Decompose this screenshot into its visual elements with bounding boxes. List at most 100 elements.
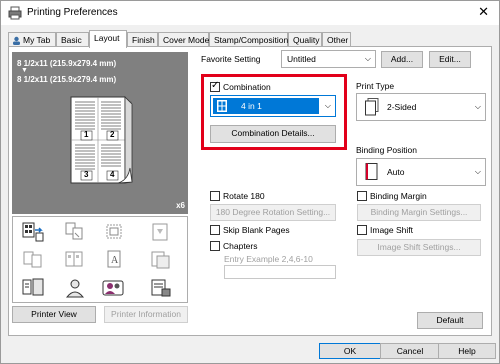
chapters-checkbox[interactable]: [210, 241, 220, 251]
checkmark-icon: ✓: [211, 80, 220, 91]
add-favorite-label: Add...: [390, 54, 414, 64]
page-number-2: 2: [110, 130, 115, 139]
tab-basic[interactable]: Basic: [56, 32, 89, 47]
two-sided-icon: [365, 98, 379, 116]
image-shift-checkbox[interactable]: [357, 225, 367, 235]
tab-my-tab[interactable]: My Tab: [8, 32, 56, 47]
four-in-one-icon: [217, 100, 227, 112]
chevron-down-icon: ⌵: [474, 167, 481, 176]
tab-label: Layout: [94, 33, 120, 43]
page-number-4: 4: [110, 170, 115, 179]
secure-print-icon: [151, 279, 171, 297]
window-title: Printing Preferences: [27, 7, 118, 18]
printing-preferences-window: Printing Preferences ✕ My Tab Basic Layo…: [0, 0, 500, 364]
printer-settings-icon: [22, 278, 44, 296]
tab-label: Basic: [61, 35, 82, 45]
ok-label: OK: [343, 346, 357, 356]
booklet-preview-graphic: [70, 96, 133, 184]
combination-select[interactable]: 4 in 1 ⌵: [210, 95, 336, 117]
edit-favorite-button[interactable]: Edit...: [429, 51, 471, 68]
overlay-icon: [151, 251, 170, 269]
page-preview: 8 1/2x11 (215.9x279.4 mm) ▼ 8 1/2x11 (21…: [12, 52, 188, 214]
zoom-icon: [106, 224, 122, 239]
svg-text:A: A: [111, 255, 119, 266]
print-type-label: Print Type: [356, 81, 395, 91]
tab-label: Finish: [132, 35, 155, 45]
default-label: Default: [436, 315, 464, 325]
duplex-icon: [23, 251, 42, 268]
binding-margin-settings-label: Binding Margin Settings...: [370, 207, 468, 217]
stamp-icon: [152, 223, 168, 241]
chapters-entry-example: Entry Example 2,4,6-10: [224, 254, 313, 264]
favorite-setting-select[interactable]: Untitled ⌵: [281, 50, 376, 68]
image-shift-label: Image Shift: [370, 225, 413, 235]
printer-view-label: Printer View: [31, 309, 77, 319]
copies-count: x6: [176, 201, 185, 210]
binding-margin-checkbox[interactable]: [357, 191, 367, 201]
user-settings-icon: [65, 279, 85, 298]
skip-blank-pages-label: Skip Blank Pages: [223, 225, 290, 235]
poster-mode-icon: [65, 222, 83, 240]
tab-other[interactable]: Other: [322, 32, 351, 47]
print-type-value: 2-Sided: [387, 102, 417, 112]
skip-blank-pages-checkbox[interactable]: [210, 225, 220, 235]
chevron-down-icon: ⌵: [364, 54, 371, 63]
binding-position-select[interactable]: Auto ⌵: [356, 158, 486, 186]
rotate-180-label: Rotate 180: [223, 191, 265, 201]
chapters-input[interactable]: [224, 265, 336, 279]
rotation-setting-label: 180 Degree Rotation Setting...: [215, 207, 331, 217]
help-button[interactable]: Help: [438, 343, 496, 359]
tab-label: Quality: [293, 35, 320, 45]
default-button[interactable]: Default: [417, 312, 483, 329]
page-number-1: 1: [84, 130, 89, 139]
edit-favorite-label: Edit...: [439, 54, 461, 64]
booklet-icon: [65, 251, 83, 267]
printer-information-button[interactable]: Printer Information: [104, 306, 188, 323]
tab-quality[interactable]: Quality: [288, 32, 322, 47]
combination-checkbox[interactable]: ✓: [210, 80, 220, 92]
combination-value: 4 in 1: [241, 101, 262, 111]
binding-auto-icon: [365, 163, 378, 180]
combination-selected-highlight: [213, 98, 319, 114]
authentication-icon: [102, 280, 124, 296]
image-shift-settings-button[interactable]: Image Shift Settings...: [357, 239, 481, 256]
printer-information-label: Printer Information: [111, 309, 181, 319]
help-label: Help: [458, 346, 476, 356]
print-type-select[interactable]: 2-Sided ⌵: [356, 93, 486, 121]
text-a-icon: A: [107, 250, 121, 268]
close-icon[interactable]: ✕: [478, 4, 489, 20]
combination-label: Combination: [223, 82, 271, 92]
binding-margin-settings-button[interactable]: Binding Margin Settings...: [357, 204, 481, 221]
favorite-setting-value: Untitled: [287, 54, 316, 64]
combination-details-label: Combination Details...: [231, 128, 315, 138]
chevron-down-icon: ⌵: [324, 101, 331, 110]
rotate-180-checkbox[interactable]: [210, 191, 220, 201]
page-number-3: 3: [84, 170, 89, 179]
combination-details-button[interactable]: Combination Details...: [210, 125, 336, 143]
printer-view-button[interactable]: Printer View: [12, 306, 96, 323]
cancel-label: Cancel: [396, 346, 424, 356]
rotation-setting-button[interactable]: 180 Degree Rotation Setting...: [210, 204, 336, 221]
user-icon: [13, 36, 20, 45]
tab-layout[interactable]: Layout: [89, 30, 127, 48]
add-favorite-button[interactable]: Add...: [381, 51, 423, 68]
tab-finish[interactable]: Finish: [127, 32, 158, 47]
binding-position-value: Auto: [387, 167, 405, 177]
tab-label: My Tab: [23, 35, 51, 45]
tab-strip: My Tab Basic Layout Finish Cover Mode St…: [8, 30, 498, 48]
binding-position-label: Binding Position: [356, 145, 417, 155]
tab-label: Other: [327, 35, 349, 45]
cancel-button[interactable]: Cancel: [380, 343, 440, 359]
function-icon-grid: A: [12, 216, 188, 303]
combination-icon: [22, 222, 44, 242]
tab-cover-mode[interactable]: Cover Mode: [158, 32, 209, 47]
favorite-setting-label: Favorite Setting: [201, 54, 261, 64]
image-shift-settings-label: Image Shift Settings...: [377, 242, 461, 252]
printer-icon: [8, 6, 22, 20]
binding-margin-label: Binding Margin: [370, 191, 427, 201]
tab-stamp-composition[interactable]: Stamp/Composition: [209, 32, 288, 47]
ok-button[interactable]: OK: [319, 343, 381, 359]
chevron-down-icon: ⌵: [474, 102, 481, 111]
title-bar: Printing Preferences ✕: [1, 1, 499, 25]
chapters-label: Chapters: [223, 241, 258, 251]
